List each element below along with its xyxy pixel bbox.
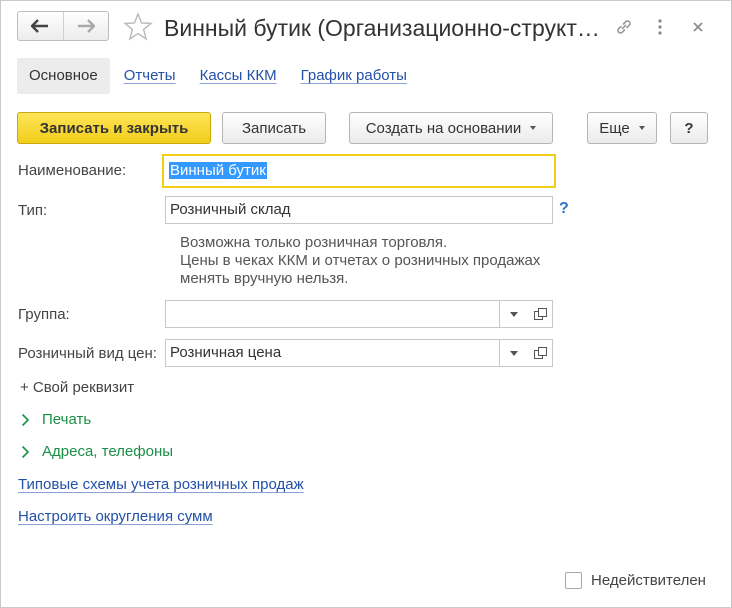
form-tabs: Основное Отчеты Кассы ККМ График работы bbox=[17, 58, 421, 94]
more-label: Еще bbox=[599, 119, 630, 137]
price-type-label: Розничный вид цен: bbox=[18, 345, 157, 362]
type-hint: Возможна только розничная торговля. Цены… bbox=[180, 234, 540, 288]
tab-main[interactable]: Основное bbox=[17, 58, 110, 94]
arrow-right-icon bbox=[77, 19, 95, 33]
name-value: Винный бутик bbox=[169, 162, 267, 179]
back-button[interactable] bbox=[18, 12, 63, 40]
chevron-down-icon bbox=[510, 350, 518, 356]
group-open-button[interactable] bbox=[528, 300, 553, 328]
help-button[interactable]: ? bbox=[670, 112, 708, 144]
hint-line: Цены в чеках ККМ и отчетах о розничных п… bbox=[180, 252, 541, 269]
chevron-down-icon bbox=[510, 311, 518, 317]
tab-reports[interactable]: Отчеты bbox=[114, 58, 186, 94]
addresses-group-label: Адреса, телефоны bbox=[42, 443, 174, 460]
price-type-field[interactable]: Розничная цена bbox=[165, 339, 529, 367]
retail-schemes-link[interactable]: Типовые схемы учета розничных продаж bbox=[18, 476, 304, 493]
forward-button[interactable] bbox=[62, 12, 109, 40]
history-nav bbox=[17, 11, 109, 41]
name-label: Наименование: bbox=[18, 162, 127, 179]
chevron-down-icon bbox=[638, 126, 645, 130]
save-and-close-button[interactable]: Записать и закрыть bbox=[17, 112, 211, 144]
name-field[interactable]: Винный бутик bbox=[162, 154, 556, 188]
inactive-label: Недействителен bbox=[591, 572, 706, 589]
group-label: Группа: bbox=[18, 306, 70, 323]
arrow-left-icon bbox=[31, 19, 49, 33]
link-icon bbox=[617, 20, 631, 34]
create-based-on-button[interactable]: Создать на основании bbox=[349, 112, 553, 144]
chevron-right-icon bbox=[21, 413, 30, 426]
star-icon bbox=[123, 12, 153, 41]
more-vertical-icon bbox=[658, 19, 662, 35]
type-field[interactable]: Розничный склад bbox=[165, 196, 553, 224]
more-button[interactable]: Еще bbox=[587, 112, 657, 144]
inactive-checkbox[interactable] bbox=[565, 572, 582, 589]
inactive-checkbox-wrapper[interactable]: Недействителен bbox=[565, 572, 706, 589]
print-group-label: Печать bbox=[42, 411, 92, 428]
save-button[interactable]: Записать bbox=[222, 112, 326, 144]
type-label: Тип: bbox=[18, 202, 48, 219]
addresses-group-toggle[interactable]: Адреса, телефоны bbox=[21, 443, 173, 460]
close-button[interactable] bbox=[684, 13, 712, 41]
tab-schedule[interactable]: График работы bbox=[291, 58, 417, 94]
group-field[interactable] bbox=[165, 300, 529, 328]
hint-line: Возможна только розничная торговля. bbox=[180, 234, 448, 251]
open-form-icon bbox=[533, 307, 547, 320]
menu-button[interactable] bbox=[646, 13, 674, 41]
form-window: Винный бутик (Организационно-структ… Осн… bbox=[0, 0, 732, 608]
type-help-link[interactable]: ? bbox=[559, 200, 569, 218]
link-button[interactable] bbox=[610, 13, 638, 41]
chevron-right-icon bbox=[21, 445, 30, 458]
tab-cash-registers[interactable]: Кассы ККМ bbox=[190, 58, 287, 94]
open-form-icon bbox=[533, 346, 547, 359]
print-group-toggle[interactable]: Печать bbox=[21, 411, 91, 428]
chevron-down-icon bbox=[530, 126, 537, 130]
create-based-on-label: Создать на основании bbox=[365, 119, 522, 137]
close-icon bbox=[693, 22, 703, 32]
hint-line: менять вручную нельзя. bbox=[180, 270, 349, 287]
page-title: Винный бутик (Организационно-структ… bbox=[164, 15, 600, 41]
rounding-settings-link[interactable]: Настроить округления сумм bbox=[18, 508, 213, 525]
favorite-button[interactable] bbox=[122, 11, 154, 43]
group-dropdown-button[interactable] bbox=[499, 300, 529, 328]
price-type-dropdown-button[interactable] bbox=[499, 339, 529, 367]
add-custom-requisite-button[interactable]: + Свой реквизит bbox=[20, 379, 134, 396]
price-type-open-button[interactable] bbox=[528, 339, 553, 367]
